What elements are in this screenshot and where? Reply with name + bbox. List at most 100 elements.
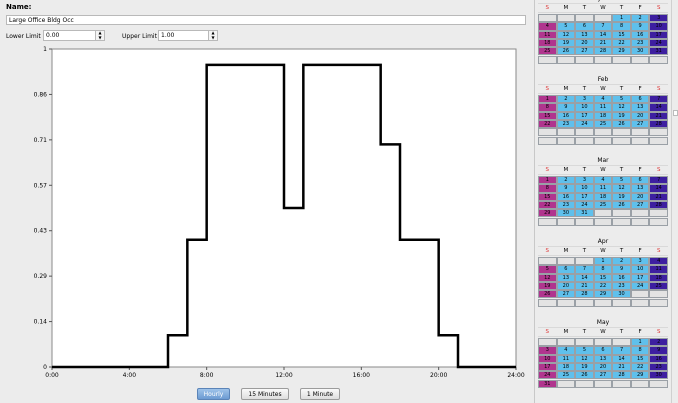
- calendar-day[interactable]: 30: [649, 371, 668, 380]
- calendar-day[interactable]: 1: [538, 95, 557, 104]
- calendar-day[interactable]: 15: [538, 111, 557, 120]
- calendar-day[interactable]: 14: [649, 103, 668, 112]
- calendar-day[interactable]: 20: [630, 111, 650, 120]
- calendar-day[interactable]: 4: [593, 95, 613, 104]
- calendar-day[interactable]: 6: [593, 346, 613, 355]
- calendar-day[interactable]: 23: [630, 38, 650, 48]
- calendar-day[interactable]: 16: [556, 192, 576, 201]
- calendar-day[interactable]: 2: [630, 14, 650, 23]
- calendar-day[interactable]: 18: [593, 192, 613, 201]
- calendar-day[interactable]: 9: [556, 103, 576, 112]
- hour-segment-handle[interactable]: [265, 62, 284, 68]
- calendar-day[interactable]: 9: [630, 22, 650, 31]
- calendar-day[interactable]: 21: [612, 362, 631, 372]
- calendar-day[interactable]: 2: [556, 95, 576, 104]
- upper-limit-spinner[interactable]: 1.00 ▲ ▼: [158, 30, 218, 41]
- calendar-day[interactable]: 6: [630, 176, 650, 185]
- calendar-day[interactable]: 15: [612, 30, 631, 39]
- calendar-day[interactable]: 19: [612, 111, 631, 120]
- hour-segment-handle[interactable]: [439, 332, 458, 338]
- calendar-day[interactable]: 17: [630, 273, 650, 282]
- calendar-day[interactable]: 7: [593, 22, 613, 31]
- calendar-day[interactable]: 30: [556, 209, 576, 218]
- calendar-day[interactable]: 6: [630, 95, 650, 104]
- calendar-day[interactable]: 14: [612, 354, 631, 363]
- calendar-day[interactable]: 25: [593, 119, 613, 129]
- calendar-day[interactable]: 4: [556, 346, 576, 355]
- calendar-day[interactable]: 8: [538, 103, 557, 112]
- calendar-day[interactable]: 10: [575, 184, 594, 193]
- calendar-day[interactable]: 26: [556, 47, 576, 56]
- calendar-day[interactable]: 21: [649, 192, 668, 201]
- calendar-day[interactable]: 12: [612, 184, 631, 193]
- calendar-day[interactable]: 27: [630, 119, 650, 129]
- calendar-day[interactable]: 26: [612, 200, 631, 210]
- calendar-day[interactable]: 26: [612, 119, 631, 129]
- calendar-day[interactable]: 13: [556, 273, 576, 282]
- calendar-day[interactable]: 12: [556, 30, 576, 39]
- calendar-day[interactable]: 22: [538, 119, 557, 129]
- calendar-day[interactable]: 21: [593, 38, 613, 48]
- calendar-day[interactable]: 6: [556, 265, 576, 274]
- calendar-day[interactable]: 28: [575, 290, 594, 299]
- calendar-day[interactable]: 4: [649, 257, 668, 266]
- calendar-day[interactable]: 2: [649, 338, 668, 347]
- calendar-day[interactable]: 7: [612, 346, 631, 355]
- calendar-day[interactable]: 30: [630, 47, 650, 56]
- calendar-day[interactable]: 19: [556, 38, 576, 48]
- calendar-day[interactable]: 11: [538, 30, 557, 39]
- calendar-day[interactable]: 21: [575, 281, 594, 291]
- hour-segment-handle[interactable]: [168, 332, 187, 338]
- lower-limit-arrows-icon[interactable]: ▲ ▼: [95, 30, 104, 40]
- calendar-day[interactable]: 26: [575, 371, 594, 380]
- calendar-day[interactable]: 23: [612, 281, 631, 291]
- calendar-day[interactable]: 5: [612, 95, 631, 104]
- hour-segment-handle[interactable]: [381, 141, 400, 147]
- calendar-day[interactable]: 22: [593, 281, 613, 291]
- calendar-day[interactable]: 15: [593, 273, 613, 282]
- one-minute-button[interactable]: 1 Minute: [300, 388, 340, 400]
- hour-segment-handle[interactable]: [207, 62, 226, 68]
- calendar-scrollbar[interactable]: [671, 0, 678, 403]
- calendar-day[interactable]: 25: [649, 281, 668, 291]
- calendar-day[interactable]: 23: [556, 119, 576, 129]
- calendar-day[interactable]: 9: [556, 184, 576, 193]
- calendar-day[interactable]: 26: [538, 290, 557, 299]
- calendar-day[interactable]: 24: [575, 200, 594, 210]
- calendar-day[interactable]: 3: [575, 176, 594, 185]
- calendar-day[interactable]: 11: [556, 354, 576, 363]
- hourly-button[interactable]: Hourly: [197, 388, 230, 400]
- calendar-day[interactable]: 25: [593, 200, 613, 210]
- calendar-day[interactable]: 14: [593, 30, 613, 39]
- calendar-day[interactable]: 19: [575, 362, 594, 372]
- calendar-day[interactable]: 1: [593, 257, 613, 266]
- calendar-day[interactable]: 27: [575, 47, 594, 56]
- calendar-day[interactable]: 3: [538, 346, 557, 355]
- calendar-day[interactable]: 4: [538, 22, 557, 31]
- calendar-day[interactable]: 18: [593, 111, 613, 120]
- hour-segment-handle[interactable]: [149, 364, 168, 370]
- calendar-day[interactable]: 16: [649, 354, 668, 363]
- calendar-day[interactable]: 12: [612, 103, 631, 112]
- hour-segment-handle[interactable]: [497, 364, 516, 370]
- hour-segment-handle[interactable]: [129, 364, 148, 370]
- calendar-day[interactable]: 12: [538, 273, 557, 282]
- calendar-day[interactable]: 22: [538, 200, 557, 210]
- calendar-day[interactable]: 29: [593, 290, 613, 299]
- hour-segment-handle[interactable]: [342, 62, 361, 68]
- calendar-day[interactable]: 7: [649, 176, 668, 185]
- calendar-day[interactable]: 2: [612, 257, 631, 266]
- hour-segment-handle[interactable]: [303, 62, 322, 68]
- calendar-day[interactable]: 21: [649, 111, 668, 120]
- calendar-day[interactable]: 1: [612, 14, 631, 23]
- calendar-day[interactable]: 23: [649, 362, 668, 372]
- fifteen-minutes-button[interactable]: 15 Minutes: [241, 388, 289, 400]
- hour-segment-handle[interactable]: [400, 237, 419, 243]
- calendar-day[interactable]: 14: [649, 184, 668, 193]
- calendar-day[interactable]: 5: [556, 22, 576, 31]
- calendar-day[interactable]: 8: [593, 265, 613, 274]
- calendar-day[interactable]: 18: [556, 362, 576, 372]
- calendar-day[interactable]: 28: [649, 200, 668, 210]
- calendar-day[interactable]: 8: [538, 184, 557, 193]
- calendar-day[interactable]: 10: [575, 103, 594, 112]
